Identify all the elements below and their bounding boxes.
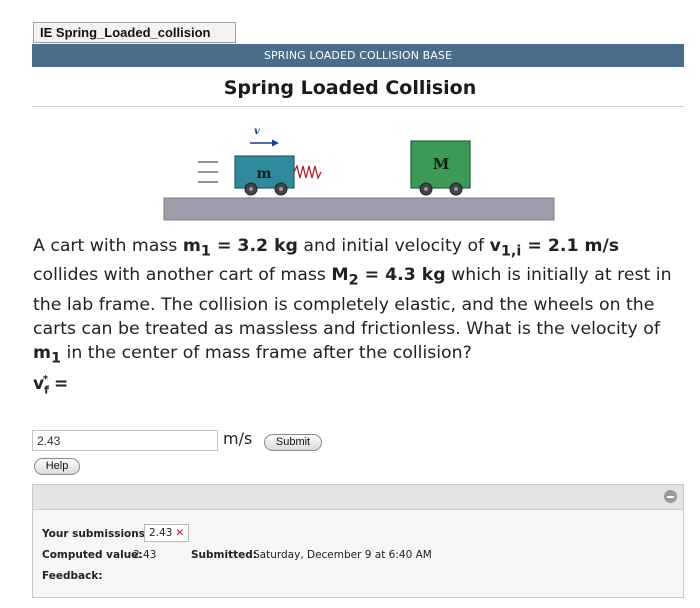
cart-m-label: m [257, 166, 272, 182]
feedback-panel-header [33, 485, 683, 510]
submitted-label: Submitted: [191, 549, 257, 561]
unit-label: m/s [223, 429, 253, 448]
velocity-label: v [254, 126, 260, 137]
answer-label: vf* = [33, 374, 69, 397]
help-button[interactable]: Help [34, 458, 80, 475]
submitted-timestamp: Saturday, December 9 at 6:40 AM [253, 549, 432, 561]
cart-M-label: M [433, 155, 450, 173]
incorrect-icon: ✕ [175, 527, 185, 539]
collision-figure: v m M [160, 120, 560, 230]
answer-input[interactable] [32, 430, 218, 451]
spring [293, 164, 322, 180]
section-banner: SPRING LOADED COLLISION BASE [32, 44, 684, 67]
computed-value: 2.43 [133, 549, 157, 561]
problem-statement: A cart with mass m1 = 3.2 kg and initial… [33, 236, 672, 367]
feedback-label: Feedback: [42, 570, 103, 582]
ground-track [163, 197, 555, 221]
collision-diagram: v m M [163, 126, 555, 221]
collapse-icon[interactable] [664, 490, 677, 503]
submission-feedback-panel: Your submissions: 2.43 ✕ Computed value: … [32, 484, 684, 598]
cart-M: M [410, 140, 471, 196]
computed-label: Computed value: [42, 549, 143, 561]
assignment-tab[interactable]: IE Spring_Loaded_collision [33, 22, 236, 43]
title-divider [32, 106, 684, 107]
submissions-label: Your submissions: [42, 528, 150, 540]
page-title: Spring Loaded Collision [223, 77, 477, 99]
submit-button[interactable]: Submit [264, 434, 322, 451]
velocity-arrow [250, 139, 279, 147]
cart-m: m [234, 155, 295, 196]
motion-lines [198, 161, 218, 183]
submission-entry: 2.43 ✕ [144, 524, 190, 542]
